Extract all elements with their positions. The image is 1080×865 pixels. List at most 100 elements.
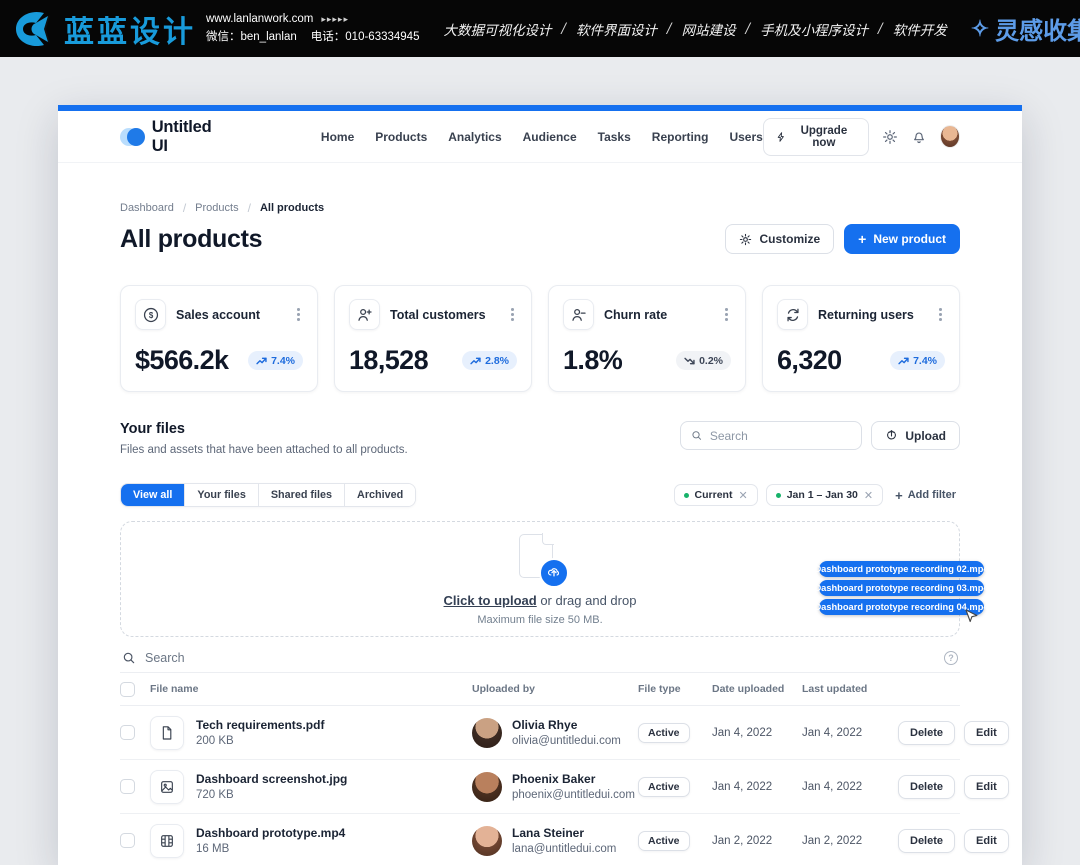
trend-down-icon — [684, 357, 695, 365]
breadcrumb-dashboard[interactable]: Dashboard — [120, 202, 174, 214]
col-date-uploaded: Date uploaded — [712, 683, 802, 695]
user-avatar[interactable] — [940, 125, 960, 148]
uploading-file-pill: Dashboard prototype recording 03.mp4 — [819, 580, 984, 596]
file-size: 200 KB — [196, 735, 324, 747]
uploader-email: lana@untitledui.com — [512, 843, 616, 855]
file-name: Dashboard screenshot.jpg — [196, 772, 347, 786]
avatar — [472, 772, 502, 802]
main-nav: Home Products Analytics Audience Tasks R… — [321, 130, 763, 144]
nav-item-audience[interactable]: Audience — [523, 130, 577, 144]
stat-value: 1.8% — [563, 345, 622, 376]
users-plus-icon — [349, 299, 380, 330]
upload-dropzone[interactable]: Click to upload or drag and drop Maximum… — [120, 521, 960, 637]
kebab-menu-icon[interactable] — [294, 305, 303, 324]
nav-item-home[interactable]: Home — [321, 130, 354, 144]
app-header: Untitled UI Home Products Analytics Audi… — [58, 111, 1022, 163]
uploader-email: olivia@untitledui.com — [512, 735, 621, 747]
kebab-menu-icon[interactable] — [722, 305, 731, 324]
kebab-menu-icon[interactable] — [936, 305, 945, 324]
edit-button[interactable]: Edit — [964, 775, 1009, 799]
tab-shared-files[interactable]: Shared files — [258, 484, 344, 506]
file-name: Dashboard prototype.mp4 — [196, 826, 345, 840]
table-search-input[interactable] — [145, 651, 935, 665]
last-updated: Jan 2, 2022 — [802, 835, 898, 847]
breadcrumb-separator: / — [248, 201, 251, 215]
avatar — [472, 826, 502, 856]
banner-url: www.lanlanwork.com — [206, 13, 313, 25]
stat-cards: $ Sales account $566.2k 7.4% — [120, 285, 960, 392]
select-all-checkbox[interactable] — [120, 682, 135, 697]
breadcrumb: Dashboard / Products / All products — [120, 201, 960, 215]
file-name: Tech requirements.pdf — [196, 718, 324, 732]
row-checkbox[interactable] — [120, 833, 135, 848]
app-logo[interactable]: Untitled UI — [120, 118, 225, 156]
col-uploaded-by: Uploaded by — [472, 683, 638, 695]
nav-item-reporting[interactable]: Reporting — [652, 130, 709, 144]
nav-item-analytics[interactable]: Analytics — [448, 130, 501, 144]
tab-view-all[interactable]: View all — [121, 484, 184, 506]
delete-button[interactable]: Delete — [898, 721, 955, 745]
click-to-upload-link[interactable]: Click to upload — [444, 593, 537, 608]
table-row: Tech requirements.pdf 200 KB Olivia Rhye… — [120, 706, 960, 760]
col-last-updated: Last updated — [802, 683, 898, 695]
table-header: File name Uploaded by File type Date upl… — [120, 673, 960, 706]
stat-value: 18,528 — [349, 345, 428, 376]
last-updated: Jan 4, 2022 — [802, 727, 898, 739]
banner-collect-link[interactable]: ✧ 灵感收集 — [971, 11, 1080, 46]
file-size: 720 KB — [196, 789, 347, 801]
image-file-icon — [150, 770, 184, 804]
uploader-name: Phoenix Baker — [512, 772, 635, 786]
lightning-icon — [776, 131, 786, 143]
row-checkbox[interactable] — [120, 779, 135, 794]
search-icon — [691, 429, 703, 442]
edit-button[interactable]: Edit — [964, 829, 1009, 853]
trend-badge: 7.4% — [890, 351, 945, 370]
close-icon[interactable]: ✕ — [864, 489, 873, 502]
untitled-ui-logo-icon — [120, 128, 144, 146]
close-icon[interactable]: ✕ — [738, 489, 747, 502]
new-product-button[interactable]: + New product — [844, 224, 960, 254]
trend-badge: 0.2% — [676, 351, 731, 370]
customize-button[interactable]: Customize — [725, 224, 834, 254]
banner-service: 软件开发 — [893, 19, 947, 39]
file-size: 16 MB — [196, 843, 345, 855]
dropzone-text: or drag and drop — [540, 593, 636, 608]
tab-archived[interactable]: Archived — [344, 484, 415, 506]
stat-label: Sales account — [176, 308, 260, 322]
stat-card-returning: Returning users 6,320 7.4% — [762, 285, 960, 392]
date-uploaded: Jan 2, 2022 — [712, 835, 802, 847]
upload-button[interactable]: Upload — [871, 421, 960, 450]
notifications-bell-icon[interactable] — [911, 128, 927, 146]
uploader-name: Olivia Rhye — [512, 718, 621, 732]
banner-arrows: ▸▸▸▸▸ — [321, 14, 349, 24]
sparkle-star-icon: ✧ — [971, 16, 989, 42]
tab-your-files[interactable]: Your files — [184, 484, 257, 506]
delete-button[interactable]: Delete — [898, 829, 955, 853]
trend-badge: 2.8% — [462, 351, 517, 370]
breadcrumb-products[interactable]: Products — [195, 202, 238, 214]
files-search-input[interactable] — [710, 429, 852, 443]
page-background: Untitled UI Home Products Analytics Audi… — [0, 57, 1080, 865]
upgrade-now-button[interactable]: Upgrade now — [763, 118, 869, 156]
nav-item-users[interactable]: Users — [729, 130, 762, 144]
search-icon — [122, 651, 136, 665]
uploading-file-pill: Dashboard prototype recording 02.mp4 — [819, 561, 984, 577]
banner-service: 网站建设 — [682, 19, 736, 39]
table-row: Dashboard screenshot.jpg 720 KB Phoenix … — [120, 760, 960, 814]
row-checkbox[interactable] — [120, 725, 135, 740]
settings-gear-icon[interactable] — [882, 128, 898, 146]
kebab-menu-icon[interactable] — [508, 305, 517, 324]
trend-up-icon — [470, 357, 481, 365]
nav-item-products[interactable]: Products — [375, 130, 427, 144]
nav-item-tasks[interactable]: Tasks — [598, 130, 631, 144]
plus-icon: + — [895, 488, 903, 503]
help-icon[interactable]: ? — [944, 651, 958, 665]
add-filter-button[interactable]: + Add filter — [891, 485, 960, 506]
filter-chip-daterange[interactable]: Jan 1 – Jan 30 ✕ — [766, 484, 883, 506]
upload-icon — [885, 429, 898, 442]
lanlan-logo-icon — [10, 9, 54, 49]
edit-button[interactable]: Edit — [964, 721, 1009, 745]
filter-chip-current[interactable]: Current ✕ — [674, 484, 758, 506]
delete-button[interactable]: Delete — [898, 775, 955, 799]
breadcrumb-current: All products — [260, 202, 324, 214]
